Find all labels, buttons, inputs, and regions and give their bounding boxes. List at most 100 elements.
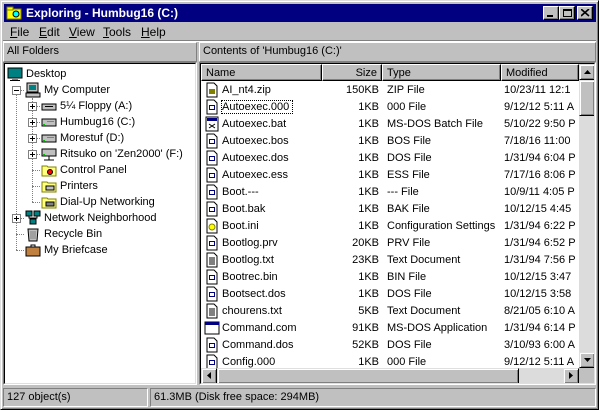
file-type: DOS File [387,152,432,164]
explorer-icon [6,6,22,20]
file-size: 1KB [358,288,379,300]
file-modified: 9/12/12 5:11 A [504,101,575,113]
tree-item[interactable]: Desktop [5,66,195,82]
file-name: Boot.ini [222,220,259,232]
file-list-pane[interactable]: Name Size Type Modified AI_nt4.zip 150KB Z… [199,62,596,385]
tree-item-label: 5¼ Floppy (A:) [60,100,133,112]
arrow-up-icon [584,70,591,74]
tree-item[interactable]: Control Panel [5,162,195,178]
file-modified: 8/21/05 6:10 A [504,305,575,317]
file-type: ESS File [387,169,430,181]
generic-file-icon [204,201,220,217]
column-header-type[interactable]: Type [382,64,501,81]
file-row[interactable]: Autoexec.dos 1KB DOS File 1/31/94 6:04 P [201,150,579,167]
file-row[interactable]: chourens.txt 5KB Text Document 8/21/05 6:10… [201,303,579,320]
file-type: 000 File [387,356,427,368]
file-size: 1KB [358,169,379,181]
vertical-scrollbar[interactable] [579,64,594,368]
column-header-modified[interactable]: Modified [501,64,579,81]
title-bar[interactable]: Exploring - Humbug16 (C:) [4,4,596,22]
tree-item[interactable]: My Computer [5,82,195,98]
file-row[interactable]: Bootlog.prv 20KB PRV File 1/31/94 6:52 P [201,235,579,252]
tree-item[interactable]: 5¼ Floppy (A:) [5,98,195,114]
scroll-thumb[interactable] [579,80,594,116]
expand-plus-icon[interactable] [28,134,37,143]
file-type: Text Document [387,305,461,317]
file-type: MS-DOS Application [387,322,488,334]
text-file-icon [204,252,220,268]
scroll-up-button[interactable] [579,64,594,80]
tree-item-label: Morestuf (D:) [60,132,125,144]
minimize-button[interactable] [543,6,559,20]
maximize-button[interactable] [559,6,575,20]
file-name: Boot.--- [222,186,259,198]
file-type: DOS File [387,339,432,351]
file-type: --- File [387,186,419,198]
horizontal-scroll-thumb[interactable] [217,368,519,383]
network-drive-icon [41,146,57,162]
file-list: Name Size Type Modified AI_nt4.zip 150KB Z… [200,63,595,384]
batch-file-icon [204,116,220,132]
menu-tools[interactable]: Tools [103,25,131,39]
file-row[interactable]: Autoexec.000 1KB 000 File 9/12/12 5:11 A [201,99,579,116]
tree-item-label: Humbug16 (C:) [60,116,136,128]
column-header-size[interactable]: Size [322,64,382,81]
scroll-down-button[interactable] [579,352,594,368]
file-size: 1KB [358,220,379,232]
scroll-right-button[interactable] [563,368,579,383]
folder-tree-pane[interactable]: Desktop My Computer 5¼ Floppy (A:) Humbug16… [3,62,197,385]
file-type: Text Document [387,254,461,266]
maximize-icon [563,9,572,17]
generic-file-icon [204,184,220,200]
file-row[interactable]: Command.com 91KB MS-DOS Application 1/31/94… [201,320,579,337]
generic-file-icon [204,99,220,115]
tree-item[interactable]: Network Neighborhood [5,210,195,226]
menu-edit[interactable]: Edit [39,25,60,39]
file-modified: 1/31/94 6:52 P [504,237,576,249]
column-header-name[interactable]: Name [201,64,322,81]
tree-item[interactable]: Recycle Bin [5,226,195,242]
tree-item-label: Printers [60,180,98,192]
tree-item-label: Recycle Bin [44,228,103,240]
file-size: 1KB [358,186,379,198]
tree-item[interactable]: My Briefcase [5,242,195,258]
file-row[interactable]: AI_nt4.zip 150KB ZIP File 10/23/11 12:1 [201,82,579,99]
tree-item[interactable]: Dial-Up Networking [5,194,195,210]
file-row[interactable]: Bootlog.txt 23KB Text Document 1/31/94 7:56… [201,252,579,269]
window-title: Exploring - Humbug16 (C:) [26,6,178,20]
expand-plus-icon[interactable] [12,214,21,223]
file-row[interactable]: Autoexec.bos 1KB BOS File 7/18/16 11:00 [201,133,579,150]
file-row[interactable]: Bootrec.bin 1KB BIN File 10/12/15 3:47 [201,269,579,286]
tree-item[interactable]: Morestuf (D:) [5,130,195,146]
file-name: Command.com [222,322,297,334]
file-size: 91KB [352,322,379,334]
close-button[interactable] [577,6,593,20]
expand-plus-icon[interactable] [28,118,37,127]
file-row[interactable]: Command.dos 52KB DOS File 3/10/93 6:00 A [201,337,579,354]
control-panel-folder-icon [41,162,57,178]
expand-plus-icon[interactable] [28,102,37,111]
scroll-left-button[interactable] [201,368,217,383]
all-folders-label: All Folders [3,42,197,62]
file-row[interactable]: Boot.--- 1KB --- File 10/9/11 4:05 P [201,184,579,201]
file-row[interactable]: Boot.bak 1KB BAK File 10/12/15 4:45 [201,201,579,218]
horizontal-scrollbar[interactable] [201,368,579,383]
file-row[interactable]: Boot.ini 1KB Configuration Settings 1/31/94… [201,218,579,235]
menu-view[interactable]: View [69,25,95,39]
collapse-minus-icon[interactable] [12,86,21,95]
hard-drive-icon [41,114,57,130]
file-type: ZIP File [387,84,425,96]
expand-plus-icon[interactable] [28,150,37,159]
file-row[interactable]: Autoexec.bat 1KB MS-DOS Batch File 5/10/22 … [201,116,579,133]
file-row[interactable]: Bootsect.dos 1KB DOS File 10/12/15 3:58 [201,286,579,303]
generic-file-icon [204,133,220,149]
file-row[interactable]: Autoexec.ess 1KB ESS File 7/17/16 8:06 P [201,167,579,184]
tree-item[interactable]: Humbug16 (C:) [5,114,195,130]
menu-file[interactable]: File [10,25,29,39]
tree-item[interactable]: Printers [5,178,195,194]
tree-item[interactable]: Ritsuko on 'Zen2000' (F:) [5,146,195,162]
generic-file-icon [204,167,220,183]
file-modified: 10/9/11 4:05 P [504,186,575,198]
file-size: 1KB [358,135,379,147]
menu-help[interactable]: Help [141,25,166,39]
